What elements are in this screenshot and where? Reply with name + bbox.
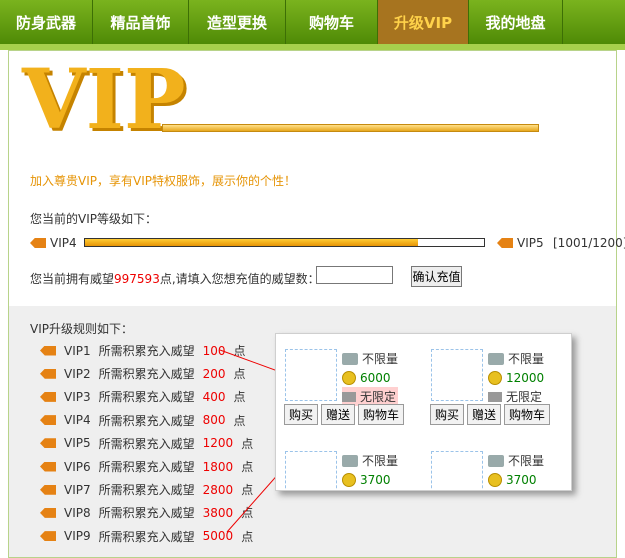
- buy-button[interactable]: 购买: [430, 404, 465, 425]
- progress-text: [1001/1200]: [553, 236, 625, 250]
- nav-cart[interactable]: 购物车: [286, 0, 378, 44]
- vip-rule-item: VIP6 所需积累充入威望 1800 点: [40, 458, 253, 475]
- vip-tag-icon: [40, 507, 56, 518]
- rule-title: VIP升级规则如下：: [30, 322, 133, 336]
- nav-territory[interactable]: 我的地盘: [469, 0, 563, 44]
- vip-tag-icon: [40, 461, 56, 472]
- intro-text: 加入尊贵VIP，享有VIP特权服饰，展示你的个性！: [30, 174, 296, 188]
- next-vip: VIP5: [517, 236, 544, 250]
- reputation-input[interactable]: [316, 266, 393, 284]
- shop-card-1: 不限量 6000 无限定 购买 赠送 购物车: [280, 344, 417, 436]
- shop-card-2: 不限量 12000 无限定 购买 赠送 购物车: [426, 344, 563, 436]
- vip-rule-item: VIP5 所需积累充入威望 1200 点: [40, 435, 253, 452]
- confirm-recharge-button[interactable]: 确认充值: [411, 266, 462, 287]
- buy-button[interactable]: 购买: [284, 404, 319, 425]
- vip-tag-icon: [40, 391, 56, 402]
- nav-weapons[interactable]: 防身武器: [0, 0, 93, 44]
- gift-button[interactable]: 赠送: [321, 404, 356, 425]
- vip-tag-icon: [40, 531, 56, 542]
- vip-rule-item: VIP2 所需积累充入威望 200 点: [40, 365, 246, 382]
- vip-tag-icon: [40, 345, 56, 356]
- nav-accessories[interactable]: 精品首饰: [93, 0, 189, 44]
- vip-tag-icon: [40, 368, 56, 379]
- helmet-item-image: [431, 349, 483, 401]
- add-cart-button[interactable]: 购物车: [504, 404, 551, 425]
- star-hat-image: [285, 451, 337, 490]
- hat-item-image: [285, 349, 337, 401]
- nav-style[interactable]: 造型更换: [189, 0, 286, 44]
- reputation-line: 您当前拥有威望997593点,请填入您想充值的威望数：: [30, 272, 320, 286]
- vip-rule-item: VIP8 所需积累充入威望 3800 点: [40, 504, 253, 521]
- vip-decorative-line: [162, 124, 539, 132]
- shop-card-3: 不限量 3700: [280, 446, 417, 490]
- vip-progress: [84, 238, 485, 247]
- add-cart-button[interactable]: 购物车: [358, 404, 405, 425]
- vip-tag-icon: [40, 438, 56, 449]
- star-helmet-image: [431, 451, 483, 490]
- gift-button[interactable]: 赠送: [467, 404, 502, 425]
- shop-card-4: 不限量 3700: [426, 446, 563, 490]
- nav-vip[interactable]: 升级VIP: [378, 0, 469, 44]
- level-title: 您当前的VIP等级如下：: [30, 212, 157, 226]
- vip-rule-item: VIP1 所需积累充入威望 100 点: [40, 342, 246, 359]
- vip-rule-item: VIP9 所需积累充入威望 5000 点: [40, 528, 253, 545]
- vip-tag-icon: [40, 415, 56, 426]
- current-vip: VIP4: [50, 236, 77, 250]
- vip-tag-icon: [40, 484, 56, 495]
- shop-preview: 不限量 6000 无限定 购买 赠送 购物车 不限量 12000 无限定 购买 …: [275, 333, 572, 491]
- vip-rule-item: VIP7 所需积累充入威望 2800 点: [40, 481, 253, 498]
- top-navigation: 防身武器 精品首饰 造型更换 购物车 升级VIP 我的地盘: [0, 0, 625, 44]
- vip-rule-item: VIP3 所需积累充入威望 400 点: [40, 388, 246, 405]
- vip-rule-item: VIP4 所需积累充入威望 800 点: [40, 412, 246, 429]
